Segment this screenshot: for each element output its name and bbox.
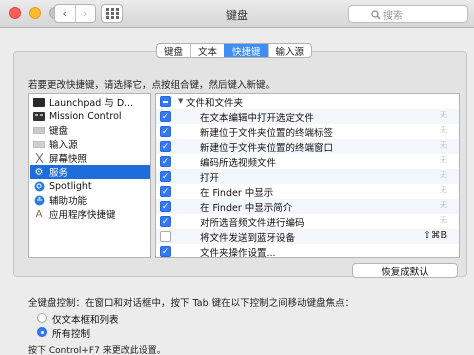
category-label: Launchpad 与 D... — [49, 98, 134, 109]
search-placeholder: 搜索 — [383, 10, 403, 22]
shortcut-checkbox[interactable]: ✓ — [160, 246, 171, 257]
tab-keyboard[interactable]: 键盘 — [157, 44, 190, 58]
shortcut-row[interactable]: ✓ 新建位于文件夹位置的终端标签 无 — [156, 124, 459, 139]
shortcut-checkbox[interactable]: ✓ — [160, 201, 171, 212]
shortcut-row[interactable]: ✓ 新建位于文件夹位置的终端窗口 无 — [156, 139, 459, 154]
tab-bar: 键盘 文本 快捷键 输入源 — [156, 43, 313, 58]
tab-input-sources[interactable]: 输入源 — [267, 44, 312, 57]
category-label: 辅助功能 — [49, 196, 88, 207]
shortcut-key[interactable]: 无 — [440, 185, 447, 195]
shortcut-checkbox[interactable] — [160, 231, 171, 242]
shortcut-label: 在 Finder 中显示 — [200, 188, 274, 199]
shortcut-row[interactable]: ✓ 编码所选视频文件 无 — [156, 154, 459, 169]
shortcut-label: 对所选音频文件进行编码 — [200, 218, 305, 229]
category-label: 键盘 — [49, 126, 69, 137]
shortcut-label: 文件夹操作设置... — [200, 248, 276, 258]
group-label: 文件和文件夹 — [186, 98, 244, 109]
control-f7-hint: 按下 Control+F7 来更改此设置。 — [28, 346, 166, 355]
shortcut-label: 将文件发送到蓝牙设备 — [200, 233, 296, 244]
category-label: Spotlight — [49, 180, 92, 192]
category-accessibility[interactable]: 辅助功能 — [30, 193, 150, 207]
shortcut-checkbox[interactable]: ✓ — [160, 156, 171, 167]
shortcut-label: 编码所选视频文件 — [200, 158, 277, 169]
search-icon — [371, 10, 381, 20]
shortcut-row[interactable]: ✓ 对所选音频文件进行编码 无 — [156, 214, 459, 229]
category-label: Mission Control — [49, 110, 122, 122]
shortcut-key[interactable]: 无 — [440, 200, 447, 210]
shortcut-key[interactable]: 无 — [440, 110, 447, 120]
shortcut-checkbox[interactable]: ✓ — [160, 111, 171, 122]
tab-text[interactable]: 文本 — [190, 44, 224, 57]
category-keyboard[interactable]: 键盘 — [30, 123, 150, 137]
keyboard-icon — [33, 125, 45, 135]
shortcut-key[interactable]: ⇧⌘B — [423, 230, 447, 241]
shortcut-checkbox[interactable]: ✓ — [160, 126, 171, 137]
search-input[interactable]: 搜索 — [348, 5, 468, 23]
category-spotlight[interactable]: Spotlight — [30, 179, 150, 193]
disclosure-triangle-icon[interactable]: ▼ — [178, 97, 183, 105]
radio-text-boxes-and-lists[interactable] — [37, 313, 47, 323]
shortcut-row[interactable]: ✓ 在 Finder 中显示 无 — [156, 184, 459, 199]
input-source-icon — [33, 139, 45, 149]
shortcut-label: 在文本编辑中打开选定文件 — [200, 113, 315, 124]
shortcut-list: ▼ 文件和文件夹 ✓ 在文本编辑中打开选定文件 无 ✓ 新建位于文件夹位置的终端… — [155, 93, 460, 258]
shortcut-checkbox[interactable]: ✓ — [160, 186, 171, 197]
radio-all-controls[interactable] — [37, 327, 47, 337]
shortcut-key[interactable]: 无 — [440, 170, 447, 180]
shortcut-key[interactable]: 无 — [440, 215, 447, 225]
category-mission-control[interactable]: Mission Control — [30, 109, 150, 123]
tab-shortcuts[interactable]: 快捷键 — [224, 44, 268, 57]
shortcut-label: 在 Finder 中显示简介 — [200, 203, 293, 214]
radio-label-text-boxes[interactable]: 仅文本框和列表 — [52, 312, 119, 326]
shortcut-key[interactable]: 无 — [440, 125, 447, 135]
category-label: 屏幕快照 — [49, 154, 88, 165]
shortcut-label: 新建位于文件夹位置的终端窗口 — [200, 143, 334, 154]
shortcut-key[interactable]: 无 — [440, 155, 447, 165]
title-bar: ‹ › 键盘 搜索 — [0, 0, 474, 28]
shortcut-group-row[interactable]: ▼ 文件和文件夹 — [156, 94, 459, 109]
shortcut-row[interactable]: ✓ 在文本编辑中打开选定文件 无 — [156, 109, 459, 124]
shortcut-label: 打开 — [200, 173, 220, 184]
shortcut-checkbox[interactable]: ✓ — [160, 141, 171, 152]
shortcut-row[interactable]: ✓ 文件夹操作设置... — [156, 244, 459, 258]
shortcut-row[interactable]: 将文件发送到蓝牙设备 ⇧⌘B — [156, 229, 459, 244]
category-input-sources[interactable]: 输入源 — [30, 137, 150, 151]
radio-label-all-controls[interactable]: 所有控制 — [52, 326, 90, 340]
category-list: Launchpad 与 D... Mission Control 键盘 输入源 … — [28, 93, 151, 258]
group-checkbox[interactable] — [160, 96, 171, 107]
category-label: 应用程序快捷键 — [49, 210, 116, 221]
shortcut-checkbox[interactable]: ✓ — [160, 171, 171, 182]
app-shortcuts-icon: A — [35, 208, 43, 220]
shortcut-key[interactable]: 无 — [440, 140, 447, 150]
services-gear-icon: ⚙ — [34, 166, 44, 178]
shortcut-row[interactable]: ✓ 在 Finder 中显示简介 无 — [156, 199, 459, 214]
category-label: 服务 — [49, 168, 69, 179]
shortcut-row[interactable]: ✓ 打开 无 — [156, 169, 459, 184]
category-launchpad[interactable]: Launchpad 与 D... — [30, 95, 150, 109]
restore-defaults-button[interactable]: 恢复成默认 — [352, 263, 458, 278]
accessibility-icon — [33, 195, 45, 205]
shortcut-label: 新建位于文件夹位置的终端标签 — [200, 128, 334, 139]
category-app-shortcuts[interactable]: A 应用程序快捷键 — [30, 207, 150, 222]
spotlight-icon — [33, 181, 45, 191]
screenshot-icon — [33, 153, 45, 163]
category-services[interactable]: ⚙ 服务 — [30, 165, 150, 179]
shortcut-checkbox[interactable]: ✓ — [160, 216, 171, 227]
instruction-text: 若要更改快捷键，请选择它，点按组合键，然后键入新键。 — [28, 80, 276, 91]
category-label: 输入源 — [49, 140, 78, 151]
launchpad-icon — [33, 97, 45, 107]
full-keyboard-control-label: 全键盘控制：在窗口和对话框中，按下 Tab 键在以下控制之间移动键盘焦点： — [28, 298, 355, 309]
mission-control-icon — [33, 111, 45, 121]
category-screenshots[interactable]: 屏幕快照 — [30, 151, 150, 165]
